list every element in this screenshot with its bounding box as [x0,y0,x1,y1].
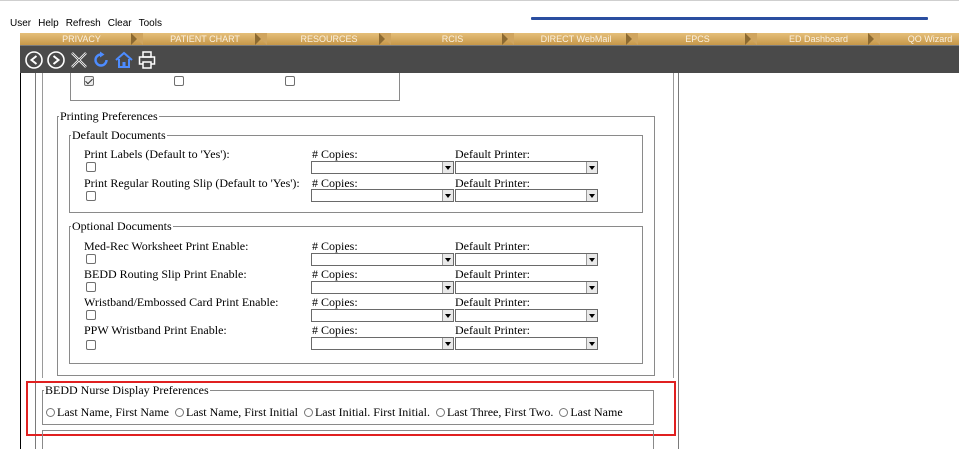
chevron-down-icon [586,338,597,349]
wristband-card-printer-select[interactable] [455,309,598,322]
default-documents-legend: Default Documents [72,128,166,142]
home-icon[interactable] [114,50,134,70]
toolbar [20,46,959,73]
chevron-down-icon [442,162,453,173]
menu-tools[interactable]: Tools [139,18,162,32]
med-rec-copies-select[interactable] [311,253,454,266]
radio-last-first-initial[interactable] [174,408,184,417]
tab-direct-webmail[interactable]: DIRECT WebMail [514,33,638,45]
radio-initials[interactable] [303,408,313,417]
print-labels-checkbox[interactable] [86,162,96,172]
left-frame-border [20,73,21,449]
chevron-down-icon [442,254,453,265]
tab-resources[interactable]: RESOURCES [267,33,391,45]
optional-documents-legend: Optional Documents [72,219,172,233]
radio-last-first-name[interactable] [46,408,55,417]
nurse-display-legend: BEDD Nurse Display Preferences [45,383,209,397]
med-rec-label: Med-Rec Worksheet Print Enable: [84,239,249,253]
chevron-down-icon [442,310,453,321]
wristband-card-copies-select[interactable] [311,309,454,322]
med-rec-checkbox[interactable] [86,254,96,264]
chevron-down-icon [586,282,597,293]
bedd-routing-label: BEDD Routing Slip Print Enable: [84,267,247,281]
tab-epcs[interactable]: EPCS [638,33,757,45]
routing-slip-label: Print Regular Routing Slip (Default to '… [84,176,300,190]
print-labels-printer-label: Default Printer: [455,147,530,161]
bedd-routing-printer-select[interactable] [455,281,598,294]
option-checkbox-3[interactable] [285,76,295,86]
ppw-wristband-copies-select[interactable] [311,337,454,350]
chevron-down-icon [442,282,453,293]
chevron-down-icon [586,254,597,265]
wristband-card-printer-label: Default Printer: [455,295,530,309]
radio-label-last-name: Last Name [570,405,623,419]
tab-strip: PRIVACY PATIENT CHART RESOURCES RCIS DIR… [20,33,959,45]
med-rec-copies-label: # Copies: [312,239,358,253]
routing-slip-printer-select[interactable] [455,189,598,202]
radio-label-last-three-first-two: Last Three, First Two. [446,405,554,419]
chevron-down-icon [442,190,453,201]
wristband-card-label: Wristband/Embossed Card Print Enable: [84,295,279,309]
menu-clear[interactable]: Clear [108,18,132,32]
tab-privacy[interactable]: PRIVACY [20,33,143,45]
nurse-display-options: Last Name, First Name Last Name, First I… [46,405,629,420]
radio-label-last-first-initial: Last Name, First Initial [185,405,298,419]
bedd-routing-printer-label: Default Printer: [455,267,530,281]
bedd-routing-checkbox[interactable] [86,282,96,292]
window-top-border [0,0,959,1]
menu-help[interactable]: Help [38,18,59,32]
bedd-routing-copies-select[interactable] [311,281,454,294]
ppw-wristband-copies-label: # Copies: [312,323,358,337]
bedd-routing-copies-label: # Copies: [312,267,358,281]
routing-slip-copies-select[interactable] [311,189,454,202]
radio-label-last-first-name: Last Name, First Name [57,405,169,419]
ppw-wristband-label: PPW Wristband Print Enable: [84,323,227,337]
med-rec-printer-select[interactable] [455,253,598,266]
chevron-down-icon [586,310,597,321]
menu-user[interactable]: User [10,18,31,32]
print-icon[interactable] [137,50,157,70]
tab-qo-wizard[interactable]: QO Wizard [880,33,959,45]
wristband-card-checkbox[interactable] [86,310,96,320]
option-checkbox-2[interactable] [174,76,184,86]
tab-patient-chart[interactable]: PATIENT CHART [143,33,267,45]
ppw-wristband-checkbox[interactable] [86,340,96,350]
radio-last-three-first-two[interactable] [435,408,445,417]
ppw-wristband-printer-select[interactable] [455,337,598,350]
print-labels-copies-label: # Copies: [312,147,358,161]
chevron-down-icon [586,162,597,173]
option-checkbox-1[interactable] [84,76,94,86]
menu-refresh[interactable]: Refresh [66,18,101,32]
chevron-down-icon [586,190,597,201]
option-checkbox-group [70,73,400,101]
print-labels-copies-select[interactable] [311,161,454,174]
ppw-wristband-printer-label: Default Printer: [455,323,530,337]
loading-progress-line [531,17,928,20]
tab-ed-dashboard[interactable]: ED Dashboard [757,33,880,45]
menu-bar: User Help Refresh Clear Tools [10,18,162,32]
routing-slip-checkbox[interactable] [86,191,96,201]
refresh-icon[interactable] [91,50,111,70]
back-icon[interactable] [24,50,44,70]
chevron-down-icon [442,338,453,349]
close-icon[interactable] [69,50,89,70]
radio-last-name[interactable] [559,408,569,417]
forward-icon[interactable] [46,50,66,70]
print-labels-label: Print Labels (Default to 'Yes'): [84,147,230,161]
radio-label-initials: Last Initial. First Initial. [314,405,430,419]
printing-preferences-legend: Printing Preferences [60,109,158,123]
print-labels-printer-select[interactable] [455,161,598,174]
tab-rcis[interactable]: RCIS [391,33,514,45]
med-rec-printer-label: Default Printer: [455,239,530,253]
wristband-card-copies-label: # Copies: [312,295,358,309]
next-section-fieldset [42,430,654,449]
